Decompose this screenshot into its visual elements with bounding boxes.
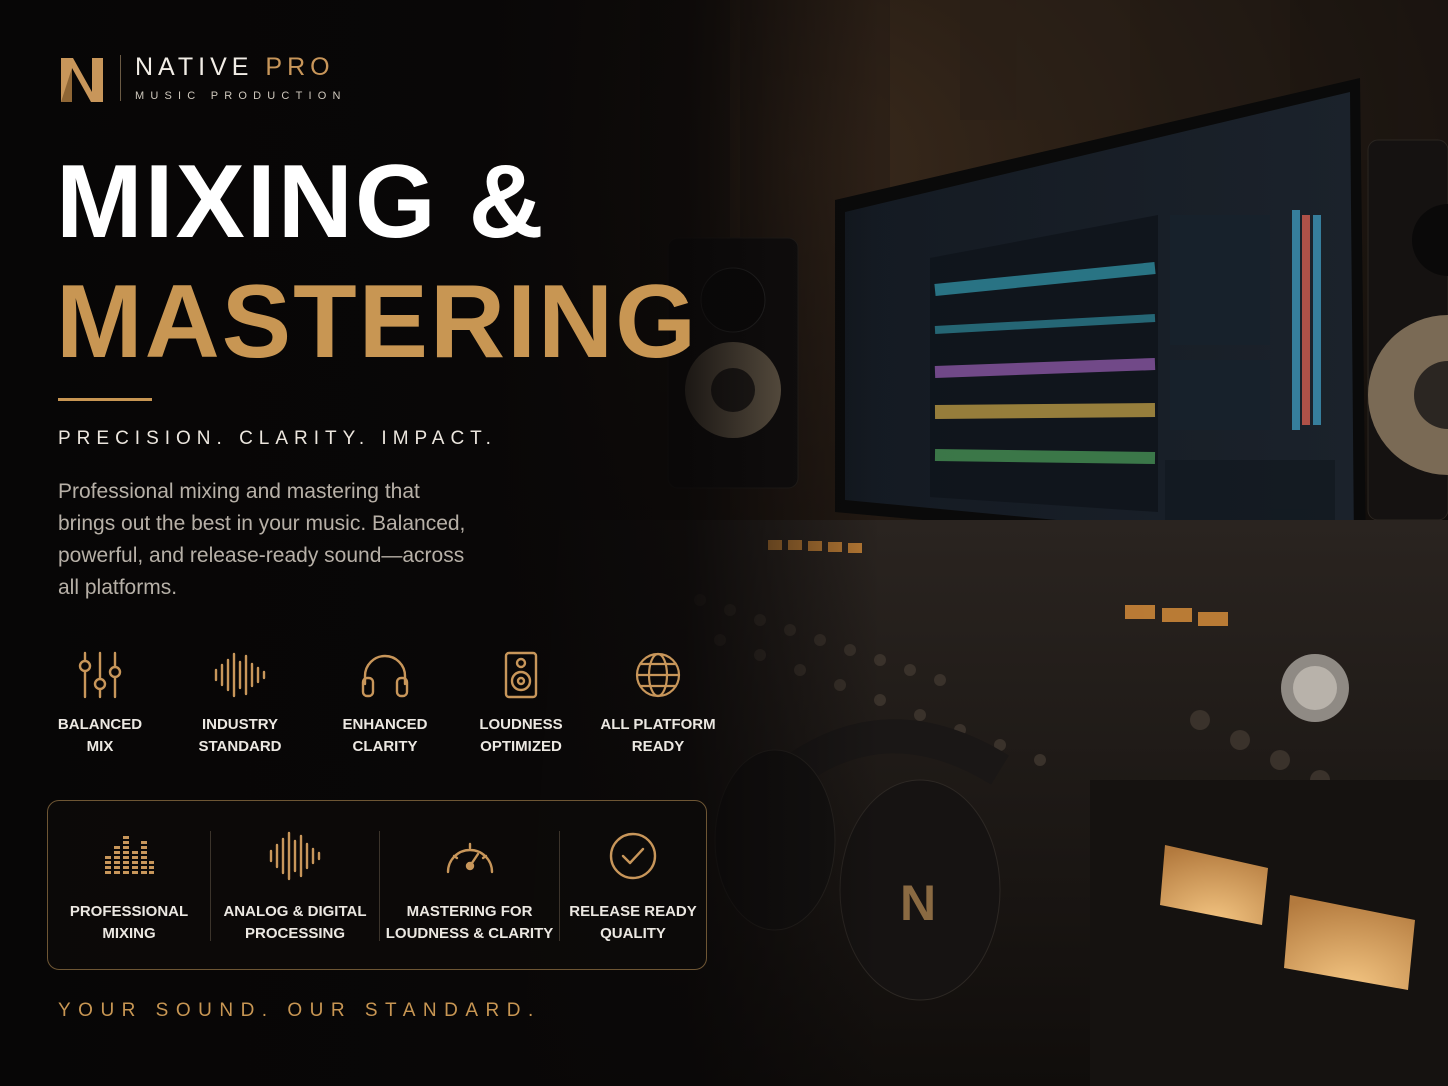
feature-label-line2: STANDARD [198, 738, 282, 755]
globe-icon [635, 652, 681, 698]
hero-title-line1: MIXING & [56, 144, 546, 260]
feature-label-line1: INDUSTRY [201, 716, 279, 733]
feature-enhanced-clarity: ENHANCED CLARITY [320, 648, 450, 758]
feature-label-line2: CLARITY [352, 738, 418, 755]
service-mastering-loudness-clarity: MASTERING FOR LOUDNESS & CLARITY [380, 801, 559, 969]
service-analog-digital-processing: ANALOG & DIGITAL PROCESSING [211, 801, 379, 969]
service-label-line1: PROFESSIONAL [69, 903, 189, 920]
feature-label-line1: BALANCED [57, 716, 143, 733]
waveform-icon [214, 652, 266, 698]
brand-name-accent: PRO [265, 52, 335, 81]
check-circle-icon [609, 832, 657, 880]
logo-divider [120, 55, 121, 101]
services-panel: PROFESSIONAL MIXING ANALOG & DIGITAL PROCE… [47, 800, 707, 970]
title-underline [58, 398, 152, 401]
feature-balanced-mix: BALANCED MIX [35, 648, 165, 758]
feature-industry-standard: INDUSTRY STANDARD [175, 648, 305, 758]
service-label-line2: PROCESSING [244, 925, 346, 942]
sliders-icon [78, 651, 122, 699]
feature-all-platform-ready: ALL PLATFORM READY [593, 648, 723, 758]
service-label-line1: ANALOG & DIGITAL [223, 903, 367, 920]
service-label-line2: MIXING [102, 925, 156, 942]
speaker-icon [504, 651, 538, 699]
feature-label-line2: READY [631, 738, 685, 755]
footer-slogan: YOUR SOUND. OUR STANDARD. [58, 1000, 541, 1021]
headphones-icon [361, 654, 409, 698]
service-professional-mixing: PROFESSIONAL MIXING [48, 801, 210, 969]
feature-label-line1: ENHANCED [342, 716, 428, 733]
hero-tagline: PRECISION. CLARITY. IMPACT. [58, 428, 497, 449]
brand-subtitle: MUSIC PRODUCTION [135, 89, 347, 102]
gauge-icon [446, 842, 493, 874]
service-label-line2: QUALITY [600, 925, 666, 942]
feature-label-line1: LOUDNESS [479, 716, 563, 733]
hero-description: Professional mixing and mastering that b… [58, 480, 466, 599]
service-release-ready-quality: RELEASE READY QUALITY [560, 801, 706, 969]
native-pro-logo-icon [61, 58, 103, 102]
feature-list: BALANCED MIX INDUSTRY STANDARD ENHANCED CLA… [48, 648, 728, 768]
service-label-line1: RELEASE READY [569, 903, 697, 920]
waveform-icon [269, 831, 321, 881]
brand-logo: NATIVE PRO MUSIC PRODUCTION [58, 52, 347, 104]
feature-loudness-optimized: LOUDNESS OPTIMIZED [456, 648, 586, 758]
service-label-line2: LOUDNESS & CLARITY [385, 925, 554, 942]
feature-label-line2: OPTIMIZED [480, 738, 562, 755]
level-meter-icon [105, 836, 154, 874]
brand-name: NATIVE PRO [135, 52, 347, 81]
brand-name-primary: NATIVE [135, 52, 254, 81]
hero-title-line2: MASTERING [56, 264, 698, 380]
feature-label-line1: ALL PLATFORM [600, 716, 716, 733]
svg-text:N: N [900, 875, 936, 931]
brand-text: NATIVE PRO MUSIC PRODUCTION [135, 52, 347, 102]
service-label-line1: MASTERING FOR [406, 903, 533, 920]
feature-label-line2: MIX [86, 738, 114, 755]
